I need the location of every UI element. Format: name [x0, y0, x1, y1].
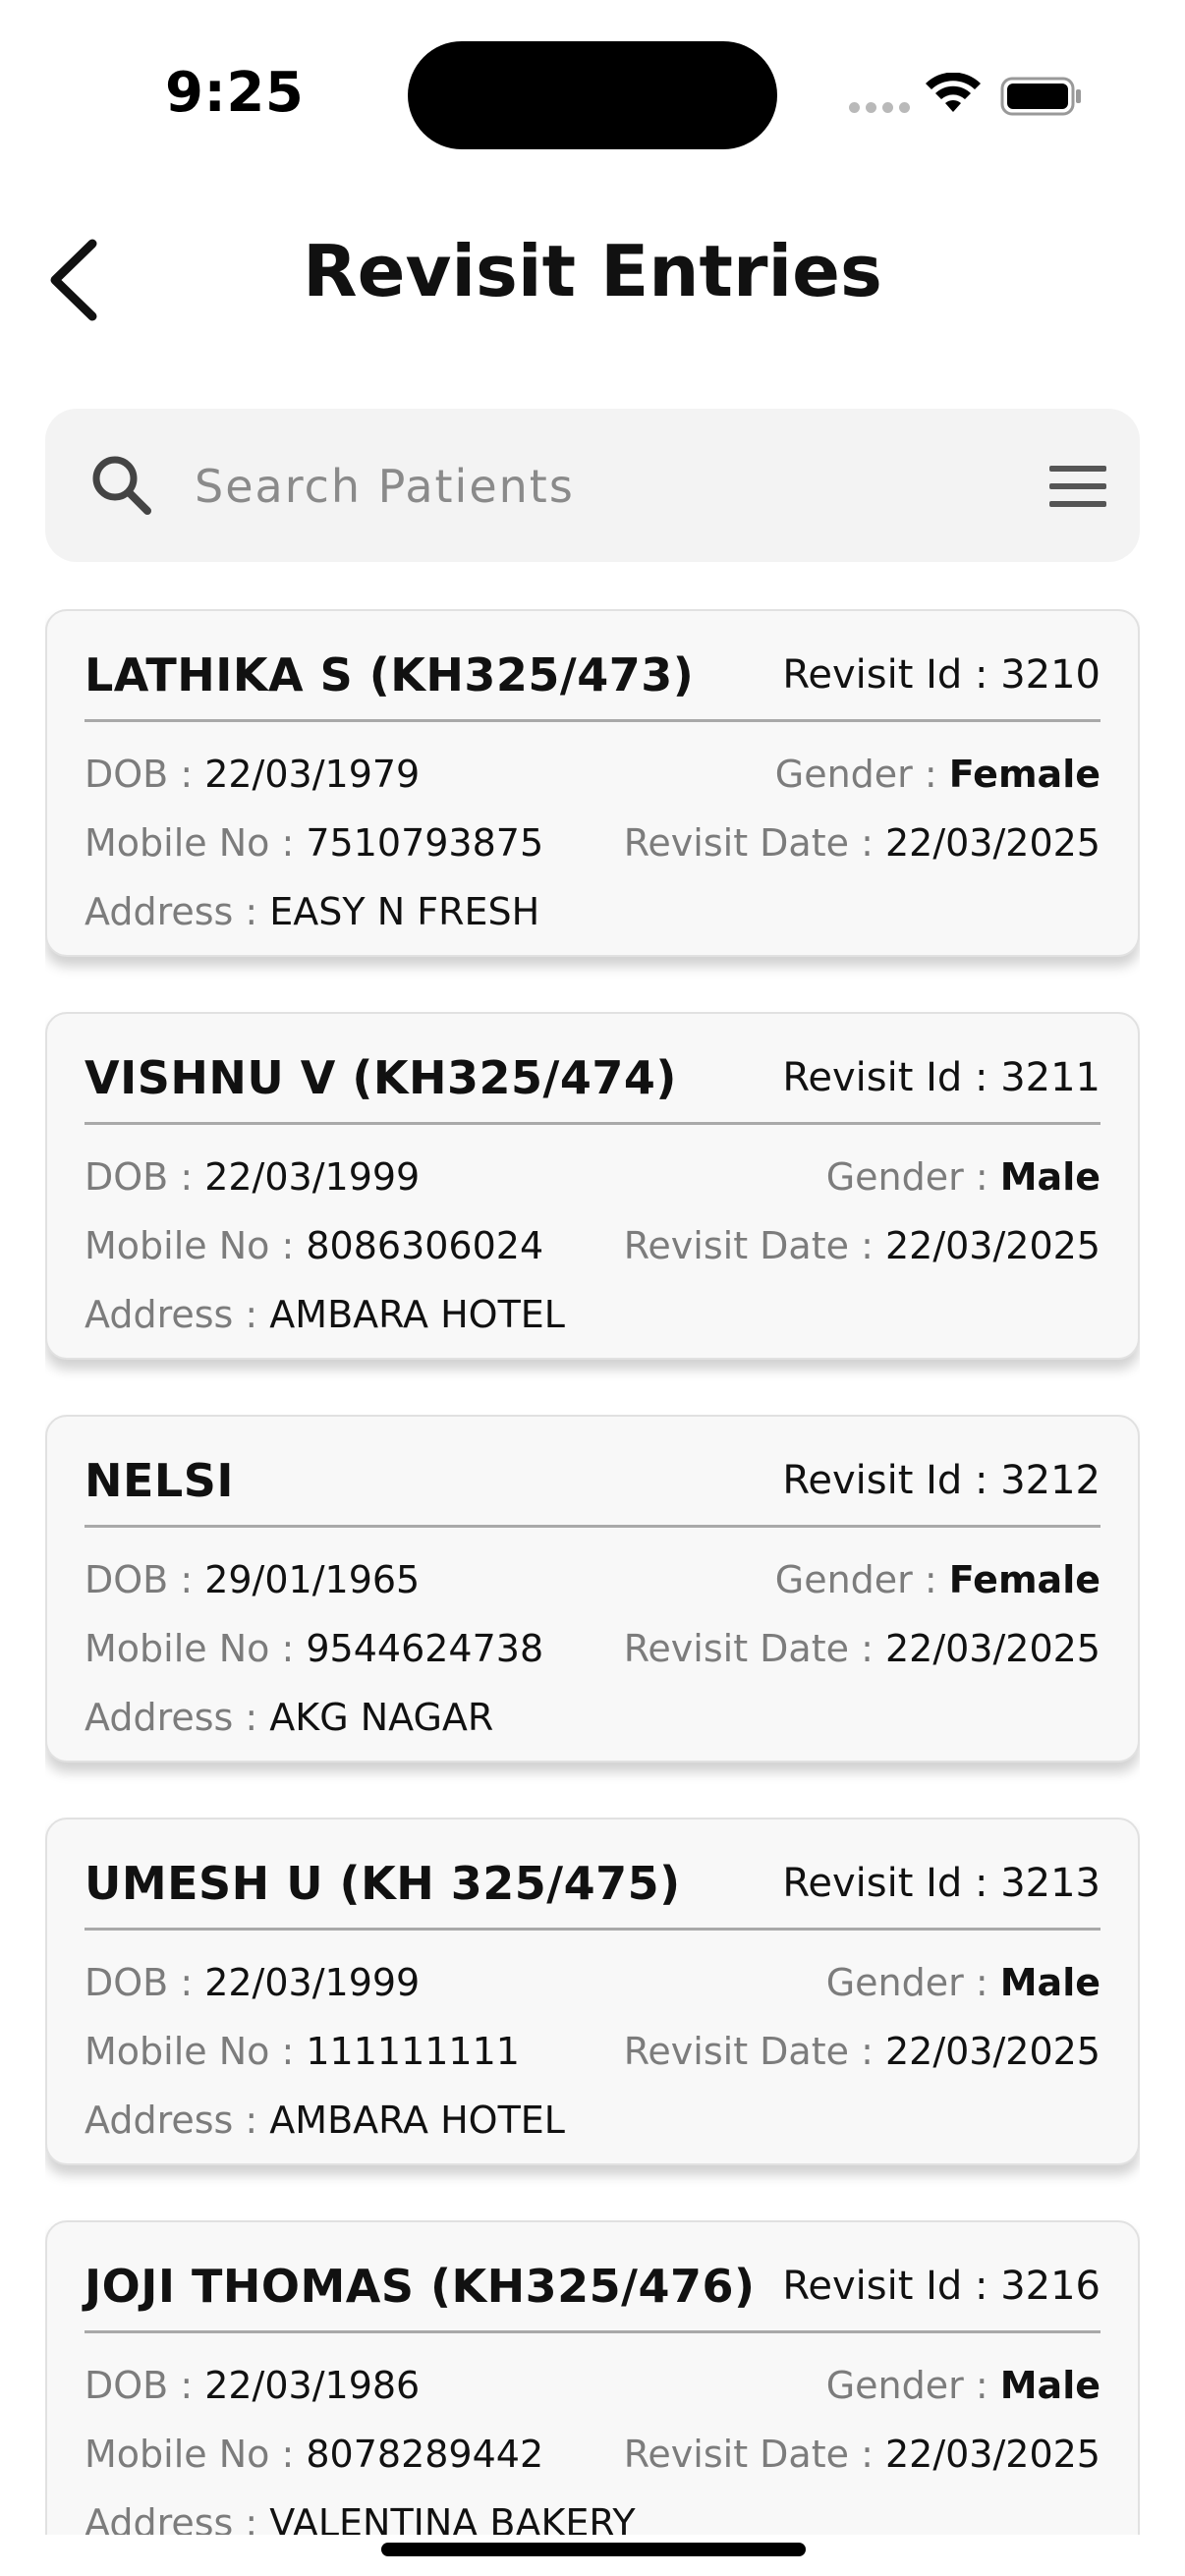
gender-field: Gender : Male [825, 1155, 1100, 1199]
gender-field: Gender : Female [774, 1558, 1100, 1601]
patient-name: VISHNU V (KH325/474) [85, 1051, 677, 1104]
dob-field: DOB : 22/03/1979 [85, 753, 421, 796]
card-divider [85, 1525, 1100, 1528]
revisit-entry-list[interactable]: LATHIKA S (KH325/473) Revisit Id : 3210 … [45, 609, 1140, 2535]
revisit-date-field: Revisit Date : 22/03/2025 [623, 2030, 1100, 2073]
page-title: Revisit Entries [303, 230, 882, 312]
gender-field: Gender : Female [774, 753, 1100, 796]
mobile-field: Mobile No : 111111111 [85, 2030, 520, 2073]
address-field: Address : VALENTINA BAKERY [85, 2501, 636, 2535]
address-field: Address : EASY N FRESH [85, 890, 540, 933]
address-field: Address : AKG NAGAR [85, 1696, 494, 1739]
revisit-entry-card[interactable]: UMESH U (KH 325/475) Revisit Id : 3213 D… [45, 1818, 1140, 2165]
dob-field: DOB : 29/01/1965 [85, 1558, 421, 1601]
revisit-date-field: Revisit Date : 22/03/2025 [623, 2433, 1100, 2476]
address-field: Address : AMBARA HOTEL [85, 1293, 565, 1336]
address-field: Address : AMBARA HOTEL [85, 2099, 565, 2142]
card-divider [85, 719, 1100, 722]
revisit-id: Revisit Id : 3212 [782, 1458, 1100, 1503]
mobile-field: Mobile No : 7510793875 [85, 821, 544, 865]
dob-field: DOB : 22/03/1986 [85, 2364, 421, 2407]
card-divider [85, 1122, 1100, 1125]
dynamic-island [408, 41, 777, 149]
gender-field: Gender : Male [825, 1961, 1100, 2004]
home-indicator[interactable] [381, 2543, 806, 2556]
revisit-date-field: Revisit Date : 22/03/2025 [623, 1627, 1100, 1670]
search-input[interactable] [193, 446, 1002, 527]
dob-field: DOB : 22/03/1999 [85, 1961, 421, 2004]
revisit-date-field: Revisit Date : 22/03/2025 [623, 821, 1100, 865]
mobile-field: Mobile No : 8086306024 [85, 1224, 544, 1267]
revisit-entry-card[interactable]: NELSI Revisit Id : 3212 DOB : 29/01/1965… [45, 1415, 1140, 1763]
revisit-id: Revisit Id : 3213 [782, 1861, 1100, 1906]
card-divider [85, 2330, 1100, 2333]
revisit-entry-card[interactable]: JOJI THOMAS (KH325/476) Revisit Id : 321… [45, 2220, 1140, 2535]
menu-icon[interactable] [1044, 456, 1112, 517]
app-header: Revisit Entries [0, 206, 1185, 344]
patient-name: JOJI THOMAS (KH325/476) [85, 2260, 756, 2313]
patient-name: LATHIKA S (KH325/473) [85, 648, 695, 701]
search-icon [92, 456, 151, 515]
dob-field: DOB : 22/03/1999 [85, 1155, 421, 1199]
revisit-id: Revisit Id : 3210 [782, 652, 1100, 698]
revisit-date-field: Revisit Date : 22/03/2025 [623, 1224, 1100, 1267]
patient-name: UMESH U (KH 325/475) [85, 1857, 681, 1910]
mobile-field: Mobile No : 9544624738 [85, 1627, 544, 1670]
search-bar[interactable] [45, 409, 1140, 562]
card-divider [85, 1928, 1100, 1931]
status-time: 9:25 [165, 61, 305, 125]
revisit-id: Revisit Id : 3211 [782, 1055, 1100, 1100]
mobile-field: Mobile No : 8078289442 [85, 2433, 544, 2476]
wifi-icon [926, 73, 981, 112]
revisit-id: Revisit Id : 3216 [782, 2264, 1100, 2309]
cellular-signal-icon [849, 102, 910, 113]
gender-field: Gender : Male [825, 2364, 1100, 2407]
status-bar: 9:25 [0, 0, 1185, 187]
revisit-entry-card[interactable]: VISHNU V (KH325/474) Revisit Id : 3211 D… [45, 1012, 1140, 1360]
revisit-entry-card[interactable]: LATHIKA S (KH325/473) Revisit Id : 3210 … [45, 609, 1140, 957]
patient-name: NELSI [85, 1454, 234, 1507]
battery-icon [1000, 77, 1081, 116]
